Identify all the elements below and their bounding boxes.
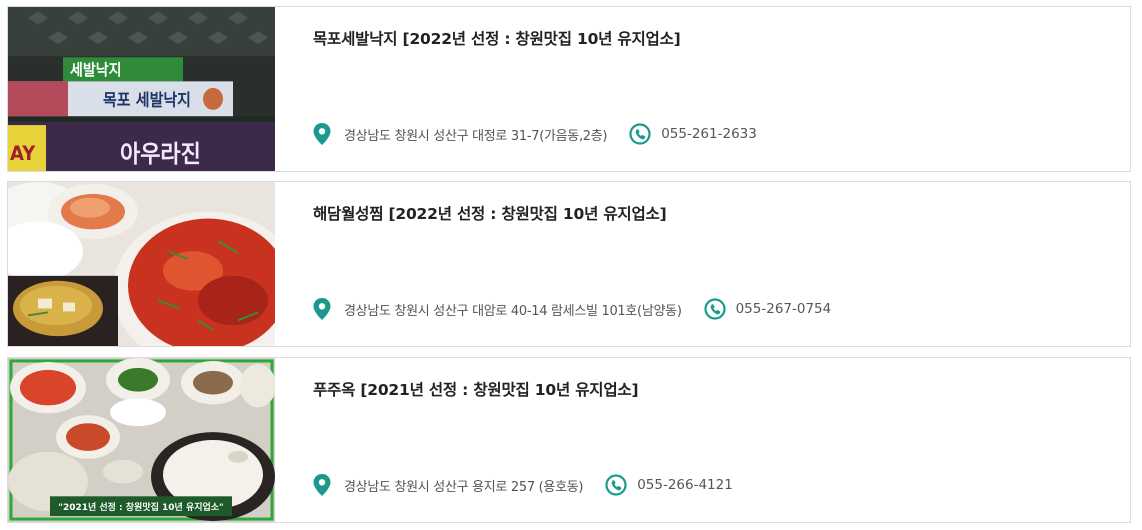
restaurant-address: 경상남도 창원시 성산구 대암로 40-14 람세스빌 101호(남양동): [344, 303, 682, 319]
restaurant-photo[interactable]: [8, 182, 275, 346]
restaurant-name[interactable]: 목포세발낙지 [2022년 선정 : 창원맛집 10년 유지업소]: [313, 27, 681, 49]
restaurant-info: 경상남도 창원시 성산구 대정로 31-7(가음동,2층) 055-261-26…: [313, 123, 757, 145]
restaurant-photo[interactable]: 세발낙지 목포 세발낙지 AY 아우라진: [8, 7, 275, 171]
restaurant-name[interactable]: 해담월성찜 [2022년 선정 : 창원맛집 10년 유지업소]: [313, 202, 667, 224]
restaurant-card[interactable]: "2021년 선정 : 창원맛집 10년 유지업소" 푸주옥 [2021년 선정…: [7, 357, 1131, 523]
restaurant-list: 세발낙지 목포 세발낙지 AY 아우라진 목포세발낙지 [2022년 선정 : …: [0, 0, 1142, 530]
restaurant-address: 경상남도 창원시 성산구 용지로 257 (용호동): [344, 479, 584, 495]
restaurant-phone[interactable]: 055-267-0754: [736, 301, 832, 317]
restaurant-photo[interactable]: "2021년 선정 : 창원맛집 10년 유지업소": [8, 358, 275, 522]
restaurant-address: 경상남도 창원시 성산구 대정로 31-7(가음동,2층): [344, 128, 608, 144]
restaurant-card[interactable]: 해담월성찜 [2022년 선정 : 창원맛집 10년 유지업소] 경상남도 창원…: [7, 181, 1131, 347]
phone-icon: [605, 474, 627, 496]
sign-text: AY: [10, 143, 36, 165]
restaurant-phone[interactable]: 055-261-2633: [661, 126, 757, 142]
sign-text: 목포 세발낙지: [103, 90, 191, 110]
location-pin-icon: [313, 298, 331, 320]
restaurant-name[interactable]: 푸주옥 [2021년 선정 : 창원맛집 10년 유지업소]: [313, 378, 639, 400]
storefront-image: 세발낙지 목포 세발낙지 AY 아우라진: [8, 7, 275, 171]
restaurant-card[interactable]: 세발낙지 목포 세발낙지 AY 아우라진 목포세발낙지 [2022년 선정 : …: [7, 6, 1131, 172]
restaurant-info: 경상남도 창원시 성산구 대암로 40-14 람세스빌 101호(남양동) 05…: [313, 298, 831, 320]
location-pin-icon: [313, 123, 331, 145]
location-pin-icon: [313, 474, 331, 496]
restaurant-phone[interactable]: 055-266-4121: [637, 477, 733, 493]
sign-text: 아우라진: [120, 141, 201, 168]
phone-icon: [703, 298, 726, 320]
banner-text: "2021년 선정 : 창원맛집 10년 유지업소": [58, 501, 223, 513]
restaurant-info: 경상남도 창원시 성산구 용지로 257 (용호동) 055-266-4121: [313, 474, 733, 496]
phone-icon: [629, 123, 651, 145]
sign-text: 세발낙지: [70, 61, 121, 79]
food-image: "2021년 선정 : 창원맛집 10년 유지업소": [8, 358, 275, 522]
food-image: [8, 182, 275, 346]
